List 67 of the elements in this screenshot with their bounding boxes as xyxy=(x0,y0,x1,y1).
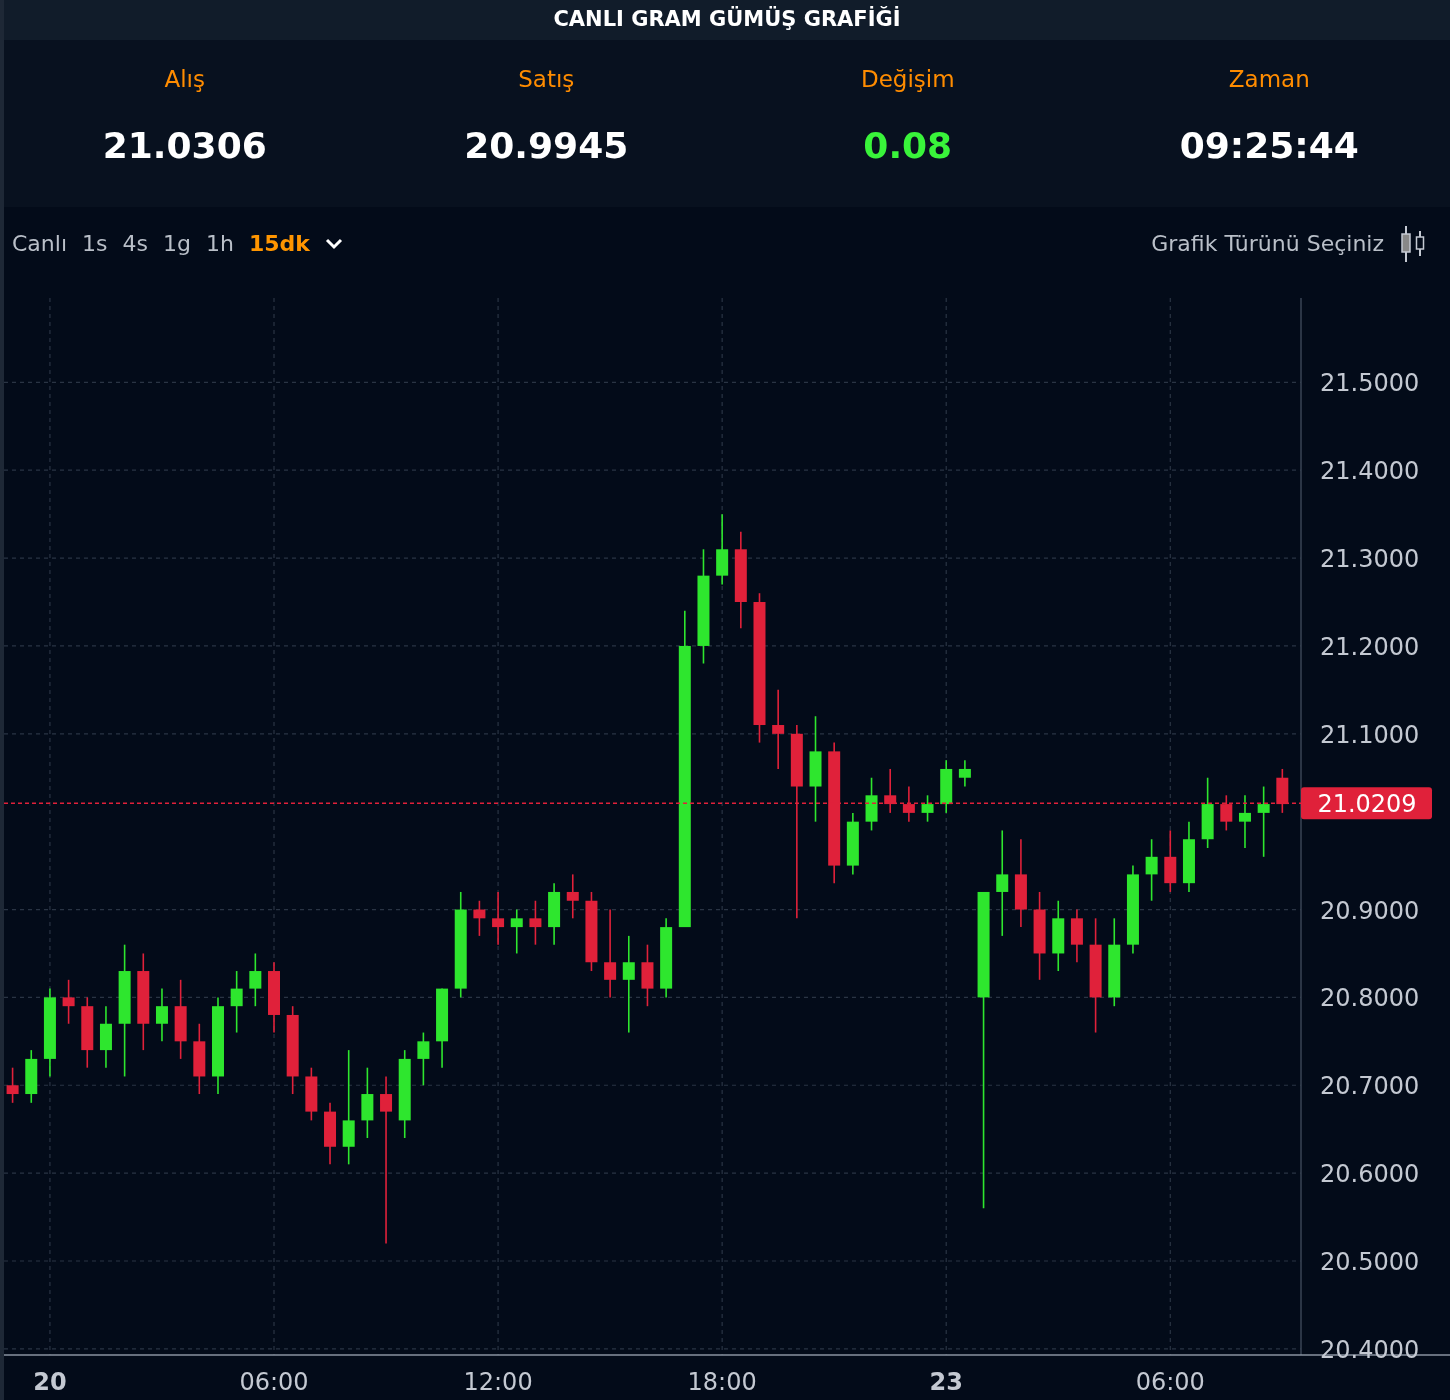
falling-candlestick xyxy=(529,899,542,946)
rising-candlestick xyxy=(230,970,243,1034)
axis-label: 20.7000 xyxy=(1320,1072,1420,1101)
rising-candlestick xyxy=(921,794,934,823)
stat-label: Satış xyxy=(518,65,575,94)
candlestick-icon[interactable] xyxy=(1400,225,1426,262)
axis-label: 12:00 xyxy=(463,1368,533,1396)
axis-label: 21.5000 xyxy=(1320,369,1420,398)
falling-candlestick xyxy=(492,891,505,946)
axis-label: 06:00 xyxy=(239,1368,309,1396)
rising-candlestick xyxy=(958,759,971,788)
chevron-down-icon[interactable] xyxy=(324,237,343,250)
axis-label: 21.1000 xyxy=(1320,720,1420,749)
rising-candlestick xyxy=(1145,838,1158,902)
interval-tab[interactable]: 1g xyxy=(162,227,191,260)
stat-value: 0.08 xyxy=(863,123,953,168)
axis-label: 20.6000 xyxy=(1320,1160,1420,1189)
rising-candlestick xyxy=(846,812,859,876)
interval-tab[interactable]: 15dk xyxy=(248,227,310,260)
rising-candlestick xyxy=(865,776,878,832)
falling-candlestick xyxy=(566,873,579,920)
falling-candlestick xyxy=(1164,829,1177,893)
rising-candlestick xyxy=(417,1031,430,1087)
falling-candlestick xyxy=(324,1102,336,1166)
falling-candlestick xyxy=(1220,794,1233,832)
stat-label: Zaman xyxy=(1228,65,1310,94)
interval-tab[interactable]: 1s xyxy=(82,227,108,260)
axis-label: 20.5000 xyxy=(1320,1248,1420,1276)
falling-candlestick xyxy=(305,1066,318,1122)
axis-label: 21.2000 xyxy=(1320,632,1420,661)
falling-candlestick xyxy=(1276,768,1289,814)
falling-candlestick xyxy=(1070,908,1083,964)
axis-label: 20.9000 xyxy=(1320,896,1420,925)
rising-candlestick xyxy=(940,759,953,814)
title-bar: CANLI GRAM GÜMÜŞ GRAFİĞİ xyxy=(4,0,1450,40)
falling-candlestick xyxy=(6,1066,19,1104)
interval-tab[interactable]: 4s xyxy=(122,227,148,260)
falling-candlestick xyxy=(473,899,486,937)
rising-candlestick xyxy=(1239,794,1251,849)
rising-candlestick xyxy=(548,882,561,946)
axis-label: 21.3000 xyxy=(1320,545,1420,574)
stat-value: 21.0306 xyxy=(102,123,267,168)
axis-label: 20.8000 xyxy=(1320,984,1420,1013)
ref-line-label: 21.0209 xyxy=(1317,790,1417,819)
axis-label: 23 xyxy=(929,1368,963,1396)
axis-label: 06:00 xyxy=(1135,1368,1205,1396)
stat-value: 20.9945 xyxy=(464,123,629,168)
rising-candlestick xyxy=(155,987,168,1043)
falling-candlestick xyxy=(884,768,897,814)
rising-candlestick xyxy=(510,908,523,955)
falling-candlestick xyxy=(62,979,75,1025)
stat-value: 09:25:44 xyxy=(1179,123,1359,168)
stat-label: Alış xyxy=(164,65,205,94)
rising-candlestick xyxy=(99,1005,112,1069)
falling-candlestick xyxy=(902,785,915,823)
falling-candlestick xyxy=(641,943,654,1007)
axis-label: 18:00 xyxy=(687,1368,757,1396)
axis-label: 20 xyxy=(33,1368,67,1396)
axis-label: 20.4000 xyxy=(1320,1335,1420,1364)
rising-candlestick xyxy=(25,1049,38,1104)
interval-tab[interactable]: Canlı xyxy=(12,227,67,260)
rising-candlestick xyxy=(249,952,262,1007)
axis-label: 21.4000 xyxy=(1320,457,1420,486)
stat-label: Değişim xyxy=(860,65,955,94)
interval-tab[interactable]: 1h xyxy=(205,227,234,260)
chart-type-label[interactable]: Grafik Türünü Seçiniz xyxy=(1151,227,1384,260)
price-tag: 21.0209 xyxy=(1301,787,1432,820)
